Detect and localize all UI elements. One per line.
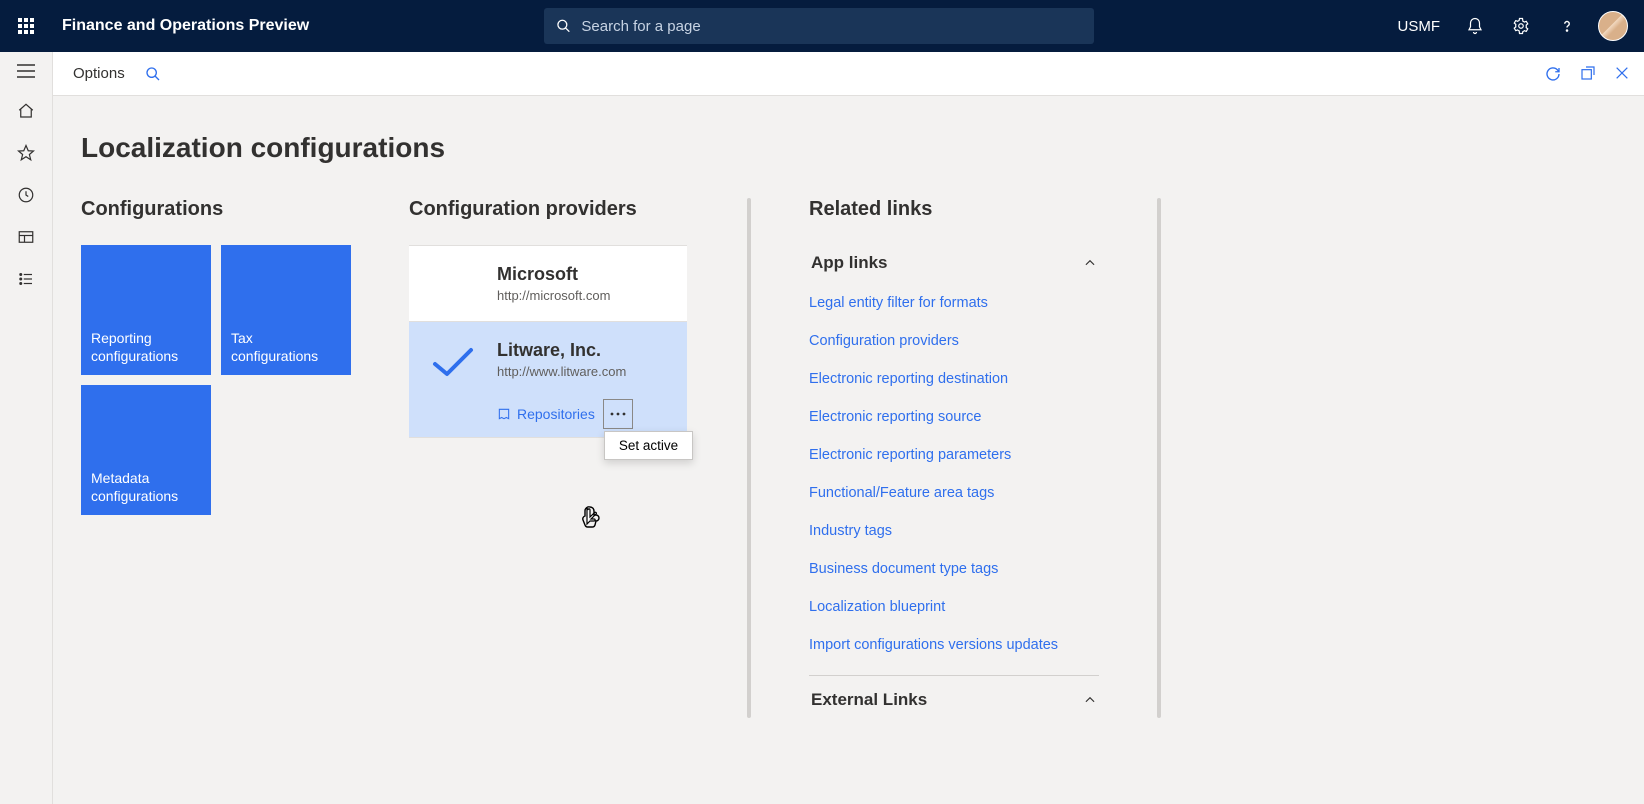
provider-url: http://www.litware.com xyxy=(497,364,667,379)
search-wrap xyxy=(544,8,1094,44)
page-title: Localization configurations xyxy=(81,132,1644,164)
avatar xyxy=(1598,11,1628,41)
search-icon xyxy=(145,66,161,82)
set-active-label: Set active xyxy=(619,438,678,453)
help-button[interactable] xyxy=(1544,17,1590,35)
entity-label[interactable]: USMF xyxy=(1386,18,1453,35)
provider-card-microsoft[interactable]: Microsoft http://microsoft.com xyxy=(409,246,687,322)
repositories-label: Repositories xyxy=(517,406,595,422)
configurations-section: Configurations Reporting configurations … xyxy=(81,198,351,718)
close-button[interactable] xyxy=(1614,65,1630,83)
app-links-group-header[interactable]: App links xyxy=(809,245,1099,281)
external-links-group-header[interactable]: External Links xyxy=(809,675,1099,718)
nav-modules[interactable] xyxy=(17,270,35,288)
popout-button[interactable] xyxy=(1580,65,1596,83)
tile-label: Tax configurations xyxy=(231,330,341,365)
divider xyxy=(747,198,751,718)
search-icon xyxy=(556,18,571,34)
work-area: Options Localization configurations Conf… xyxy=(52,52,1644,804)
star-icon xyxy=(17,144,35,162)
home-icon xyxy=(17,102,35,120)
help-icon xyxy=(1558,17,1576,35)
tile-label: Metadata configurations xyxy=(91,470,201,505)
related-links-section: Related links App links Legal entity fil… xyxy=(809,198,1099,718)
divider xyxy=(1157,198,1161,718)
repositories-link[interactable]: Repositories xyxy=(497,406,595,422)
top-right: USMF xyxy=(1386,11,1644,41)
nav-recent[interactable] xyxy=(17,186,35,204)
workspace-icon xyxy=(17,228,35,246)
bell-icon xyxy=(1466,17,1484,35)
avatar-button[interactable] xyxy=(1590,11,1636,41)
nav-fav[interactable] xyxy=(17,144,35,162)
app-title: Finance and Operations Preview xyxy=(52,17,319,35)
tile-tax-configurations[interactable]: Tax configurations xyxy=(221,245,351,375)
nav-home[interactable] xyxy=(17,102,35,120)
gear-icon xyxy=(1512,17,1530,35)
checkmark-icon xyxy=(431,344,475,380)
popout-icon xyxy=(1580,65,1596,81)
provider-name: Litware, Inc. xyxy=(497,340,667,361)
notifications-button[interactable] xyxy=(1452,17,1498,35)
chevron-up-icon xyxy=(1083,693,1097,707)
nav-workspaces[interactable] xyxy=(17,228,35,246)
link-er-parameters[interactable]: Electronic reporting parameters xyxy=(809,447,1099,463)
search-box[interactable] xyxy=(544,8,1094,44)
provider-name: Microsoft xyxy=(497,264,667,285)
refresh-button[interactable] xyxy=(1544,65,1562,83)
link-legal-entity-filter[interactable]: Legal entity filter for formats xyxy=(809,295,1099,311)
repositories-icon xyxy=(497,407,511,421)
cursor-icon xyxy=(580,506,600,530)
page-body: Localization configurations Configuratio… xyxy=(53,96,1644,804)
link-doc-type-tags[interactable]: Business document type tags xyxy=(809,561,1099,577)
provider-more-popup[interactable]: Set active xyxy=(604,431,693,460)
close-icon xyxy=(1614,65,1630,81)
providers-section: Configuration providers Microsoft http:/… xyxy=(409,198,689,718)
provider-card-litware[interactable]: Litware, Inc. http://www.litware.com Rep… xyxy=(409,322,687,438)
external-links-title: External Links xyxy=(811,690,927,710)
action-bar: Options xyxy=(53,52,1644,96)
configurations-heading: Configurations xyxy=(81,198,351,221)
hamburger-icon xyxy=(17,64,35,78)
link-import-config-versions[interactable]: Import configurations versions updates xyxy=(809,637,1099,653)
refresh-icon xyxy=(1544,65,1562,83)
provider-more-button[interactable]: Set active xyxy=(603,399,633,429)
link-er-destination[interactable]: Electronic reporting destination xyxy=(809,371,1099,387)
link-er-source[interactable]: Electronic reporting source xyxy=(809,409,1099,425)
top-bar: Finance and Operations Preview USMF xyxy=(0,0,1644,52)
waffle-button[interactable] xyxy=(0,18,52,34)
left-nav xyxy=(0,52,52,804)
provider-url: http://microsoft.com xyxy=(497,288,667,303)
modules-icon xyxy=(17,270,35,288)
ellipsis-icon xyxy=(610,412,626,416)
waffle-icon xyxy=(18,18,34,34)
settings-button[interactable] xyxy=(1498,17,1544,35)
link-industry-tags[interactable]: Industry tags xyxy=(809,523,1099,539)
nav-menu[interactable] xyxy=(17,64,35,78)
search-input[interactable] xyxy=(581,18,1082,35)
app-links-list: Legal entity filter for formats Configur… xyxy=(809,281,1099,657)
options-tab[interactable]: Options xyxy=(63,65,135,82)
clock-icon xyxy=(17,186,35,204)
tile-metadata-configurations[interactable]: Metadata configurations xyxy=(81,385,211,515)
link-feature-tags[interactable]: Functional/Feature area tags xyxy=(809,485,1099,501)
related-links-heading: Related links xyxy=(809,198,1099,221)
action-search[interactable] xyxy=(145,66,161,82)
chevron-up-icon xyxy=(1083,256,1097,270)
tile-label: Reporting configurations xyxy=(91,330,201,365)
link-configuration-providers[interactable]: Configuration providers xyxy=(809,333,1099,349)
providers-heading: Configuration providers xyxy=(409,198,689,221)
tile-reporting-configurations[interactable]: Reporting configurations xyxy=(81,245,211,375)
app-links-title: App links xyxy=(811,253,888,273)
link-localization-blueprint[interactable]: Localization blueprint xyxy=(809,599,1099,615)
